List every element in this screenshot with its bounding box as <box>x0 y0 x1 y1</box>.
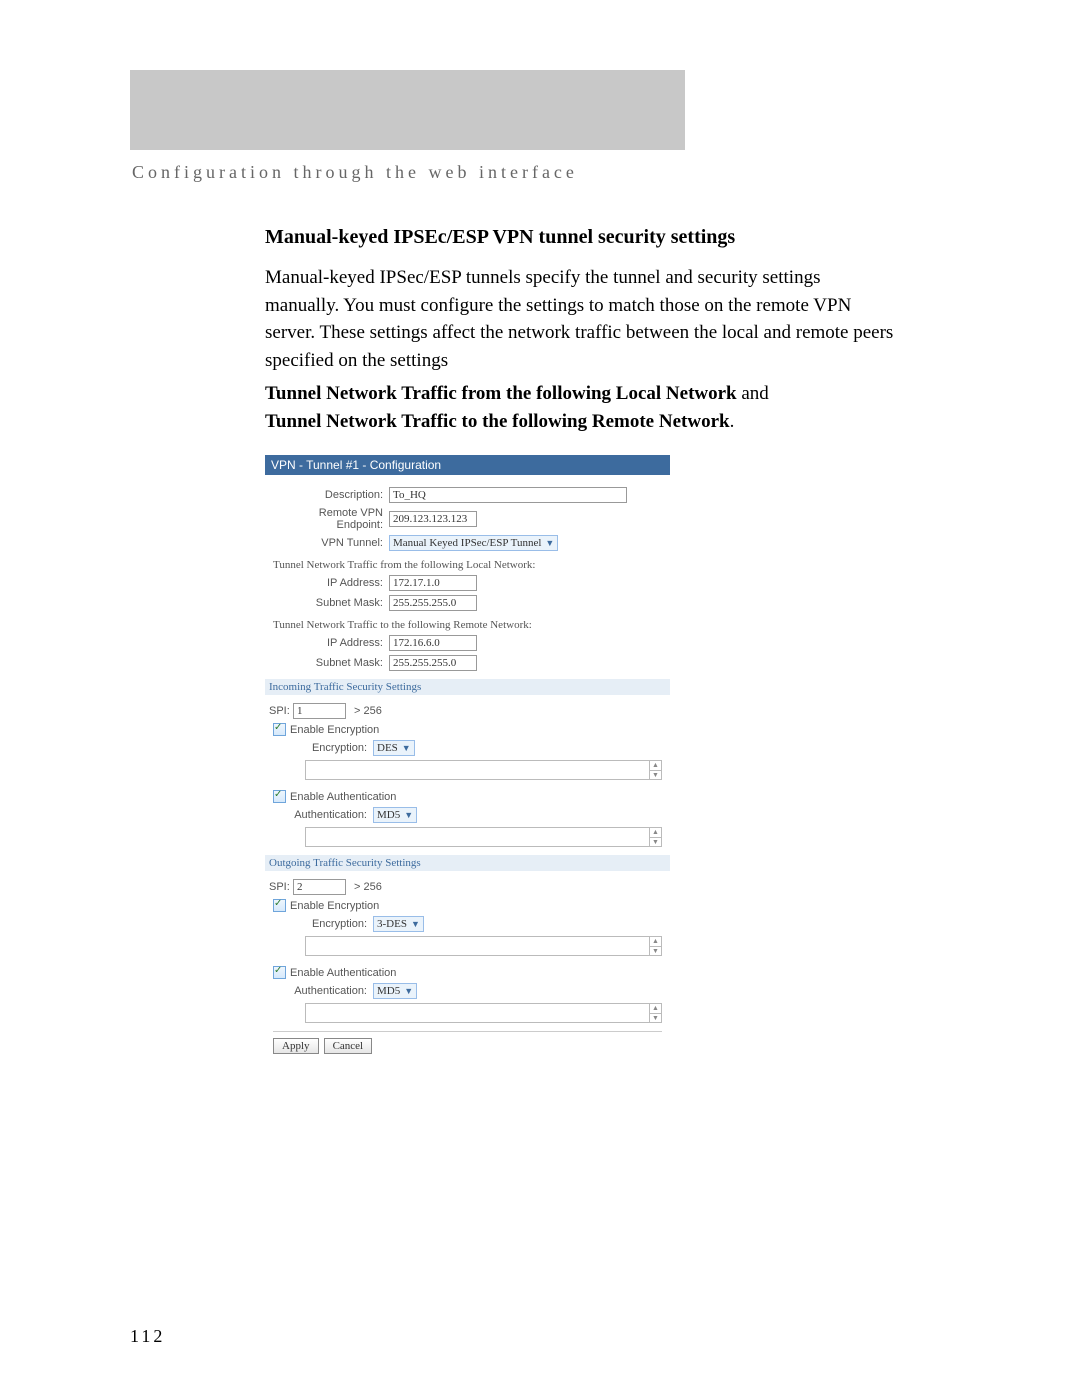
out-spi-hint: > 256 <box>354 881 382 893</box>
vpn-tunnel-label: VPN Tunnel: <box>273 537 389 549</box>
remote-mask-label: Subnet Mask: <box>273 657 389 669</box>
vpn-tunnel-select[interactable]: Manual Keyed IPSec/ESP Tunnel ▼ <box>389 535 558 551</box>
out-spi-label: SPI: <box>269 881 293 893</box>
out-encryption-select[interactable]: 3-DES ▼ <box>373 916 424 932</box>
incoming-section-header: Incoming Traffic Security Settings <box>265 679 670 695</box>
in-auth-select[interactable]: MD5 ▼ <box>373 807 417 823</box>
spinner-down-icon[interactable]: ▼ <box>649 771 661 780</box>
remote-ip-label: IP Address: <box>273 637 389 649</box>
in-auth-key-input[interactable]: ▲▼ <box>305 827 662 847</box>
out-encryption-value: 3-DES <box>377 918 407 930</box>
vpn-tunnel-select-value: Manual Keyed IPSec/ESP Tunnel <box>393 537 541 549</box>
in-enable-auth-label: Enable Authentication <box>290 791 396 803</box>
vpn-config-panel: VPN - Tunnel #1 - Configuration Descript… <box>265 455 670 1064</box>
local-ip-input[interactable]: 172.17.1.0 <box>389 575 477 591</box>
remote-endpoint-label: Remote VPN Endpoint: <box>273 507 389 531</box>
chapter-title: Configuration through the web interface <box>132 162 965 183</box>
apply-button[interactable]: Apply <box>273 1038 319 1054</box>
header-band <box>130 70 685 150</box>
bold-local: Tunnel Network Traffic from the followin… <box>265 383 737 404</box>
in-enable-encryption-label: Enable Encryption <box>290 724 379 736</box>
cancel-button[interactable]: Cancel <box>324 1038 373 1054</box>
remote-network-heading: Tunnel Network Traffic to the following … <box>273 619 662 631</box>
out-enable-encryption-label: Enable Encryption <box>290 900 379 912</box>
in-spi-hint: > 256 <box>354 705 382 717</box>
chevron-down-icon: ▼ <box>404 986 413 996</box>
section-heading: Manual-keyed IPSEc/ESP VPN tunnel securi… <box>265 223 895 252</box>
out-auth-key-input[interactable]: ▲▼ <box>305 1003 662 1023</box>
chevron-down-icon: ▼ <box>411 919 420 929</box>
outgoing-section-header: Outgoing Traffic Security Settings <box>265 855 670 871</box>
in-encryption-label: Encryption: <box>291 742 373 754</box>
chevron-down-icon: ▼ <box>545 538 554 548</box>
spinner-up-icon[interactable]: ▲ <box>649 1004 661 1014</box>
and: and <box>737 383 769 404</box>
remote-endpoint-input[interactable]: 209.123.123.123 <box>389 511 477 527</box>
out-enable-encryption-checkbox[interactable] <box>273 899 286 912</box>
in-spi-label: SPI: <box>269 705 293 717</box>
bold-remote: Tunnel Network Traffic to the following … <box>265 411 730 432</box>
description-label: Description: <box>273 489 389 501</box>
chevron-down-icon: ▼ <box>404 810 413 820</box>
out-enable-auth-label: Enable Authentication <box>290 967 396 979</box>
in-spi-input[interactable]: 1 <box>293 703 346 719</box>
remote-ip-input[interactable]: 172.16.6.0 <box>389 635 477 651</box>
out-spi-input[interactable]: 2 <box>293 879 346 895</box>
spinner-down-icon[interactable]: ▼ <box>649 1014 661 1023</box>
section-paragraph: Manual-keyed IPSec/ESP tunnels specify t… <box>265 264 895 374</box>
spinner-down-icon[interactable]: ▼ <box>649 947 661 956</box>
spinner-up-icon[interactable]: ▲ <box>649 937 661 947</box>
page-number: 112 <box>130 1326 165 1347</box>
out-auth-value: MD5 <box>377 985 400 997</box>
spinner-down-icon[interactable]: ▼ <box>649 838 661 847</box>
in-enable-encryption-checkbox[interactable] <box>273 723 286 736</box>
spinner-up-icon[interactable]: ▲ <box>649 761 661 771</box>
spinner-up-icon[interactable]: ▲ <box>649 828 661 838</box>
out-enable-auth-checkbox[interactable] <box>273 966 286 979</box>
local-network-heading: Tunnel Network Traffic from the followin… <box>273 559 662 571</box>
panel-title: VPN - Tunnel #1 - Configuration <box>265 455 670 475</box>
out-encryption-label: Encryption: <box>291 918 373 930</box>
local-ip-label: IP Address: <box>273 577 389 589</box>
in-encryption-select[interactable]: DES ▼ <box>373 740 415 756</box>
local-mask-input[interactable]: 255.255.255.0 <box>389 595 477 611</box>
in-encryption-key-input[interactable]: ▲▼ <box>305 760 662 780</box>
in-enable-auth-checkbox[interactable] <box>273 790 286 803</box>
section-bold-lines: Tunnel Network Traffic from the followin… <box>265 380 895 435</box>
in-auth-value: MD5 <box>377 809 400 821</box>
remote-mask-input[interactable]: 255.255.255.0 <box>389 655 477 671</box>
out-auth-select[interactable]: MD5 ▼ <box>373 983 417 999</box>
description-input[interactable]: To_HQ <box>389 487 627 503</box>
in-encryption-value: DES <box>377 742 398 754</box>
local-mask-label: Subnet Mask: <box>273 597 389 609</box>
period: . <box>730 411 735 432</box>
in-auth-label: Authentication: <box>291 809 373 821</box>
out-auth-label: Authentication: <box>291 985 373 997</box>
chevron-down-icon: ▼ <box>402 743 411 753</box>
out-encryption-key-input[interactable]: ▲▼ <box>305 936 662 956</box>
